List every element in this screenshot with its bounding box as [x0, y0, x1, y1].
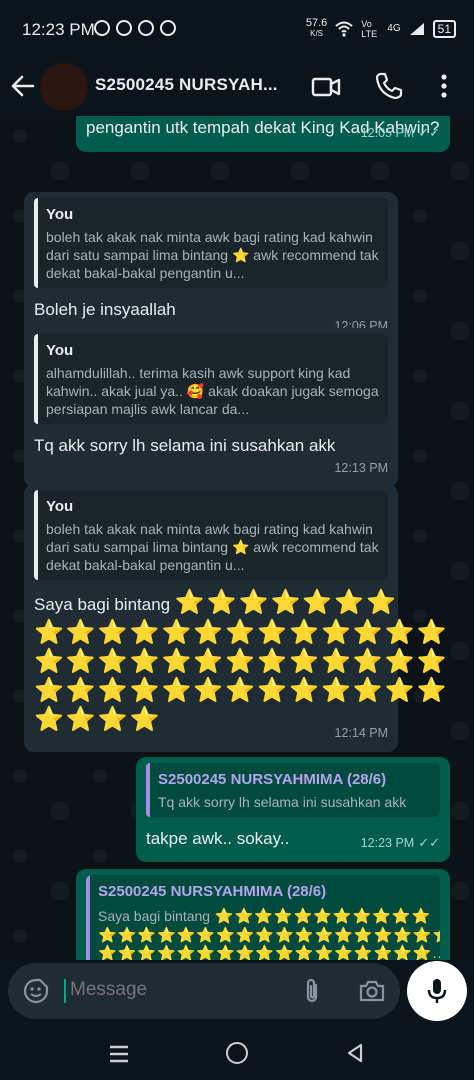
video-call-icon[interactable] [310, 71, 342, 103]
sticker-emoji-icon[interactable] [22, 977, 50, 1005]
message-time: 12:05 PM [360, 126, 415, 140]
message-bubble-incoming[interactable]: You alhamdulillah.. terima kasih awk sup… [24, 328, 398, 487]
message-bubble-incoming[interactable]: You boleh tak akak nak minta awk bagi ra… [24, 192, 398, 345]
status-bar: 12:23 PM 57.6 K/S Vo LTE 4G 51 [0, 0, 474, 58]
chat-title[interactable]: S2500245 NURSYAH... [95, 75, 295, 95]
quoted-message[interactable]: S2500245 NURSYAHMIMA (28/6) Tq akk sorry… [146, 763, 440, 817]
quoted-sender: S2500245 NURSYAHMIMA (28/6) [98, 883, 327, 900]
quoted-text: alhamdulillah.. terima kasih awk support… [46, 365, 379, 417]
message-composer [8, 963, 400, 1019]
text-caret [64, 979, 66, 1003]
notification-icon [116, 20, 132, 36]
quoted-text-row: Saya bagi bintang ⭐⭐⭐⭐⭐⭐⭐⭐⭐⭐⭐ [98, 905, 432, 927]
message-time: 12:13 PM [334, 461, 388, 475]
status-time: 12:23 PM [22, 20, 95, 39]
quoted-message[interactable]: You boleh tak akak nak minta awk bagi ra… [34, 490, 388, 580]
star-emoji-row: ⭐⭐⭐⭐⭐⭐⭐ [174, 589, 399, 616]
message-bubble-outgoing[interactable]: pengantin utk tempah dekat King Kad Kahw… [76, 116, 450, 152]
quoted-text: boleh tak akak nak minta awk bagi rating… [46, 229, 379, 281]
star-emoji-row: ⭐⭐⭐⭐⭐⭐⭐⭐⭐⭐⭐⭐⭐ [34, 619, 449, 646]
mic-button[interactable] [407, 961, 467, 1021]
message-time: 12:23 PM [360, 836, 415, 850]
mic-icon [427, 979, 447, 1003]
quoted-sender: S2500245 NURSYAHMIMA (28/6) [158, 771, 387, 788]
battery-icon: 51 [432, 19, 456, 38]
message-bubble-outgoing[interactable]: S2500245 NURSYAHMIMA (28/6) Saya bagi bi… [76, 869, 450, 960]
signal-icon [409, 22, 424, 35]
quoted-message[interactable]: S2500245 NURSYAHMIMA (28/6) Saya bagi bi… [86, 875, 440, 960]
quoted-sender: You [46, 206, 74, 223]
notification-icons [94, 20, 176, 36]
network-label: 4G [387, 23, 401, 34]
quoted-text: Tq akk sorry lh selama ini susahkan akk [158, 794, 407, 810]
attach-icon[interactable] [300, 977, 324, 1005]
message-bubble-incoming[interactable]: You boleh tak akak nak minta awk bagi ra… [24, 484, 449, 752]
home-icon[interactable] [226, 1042, 248, 1064]
notification-icon [94, 20, 110, 36]
notification-icon [160, 20, 176, 36]
chat-header: S2500245 NURSYAH... [0, 58, 474, 116]
net-speed: 57.6 K/S [305, 17, 328, 39]
system-nav-bar [0, 1028, 474, 1080]
star-emoji-row: ⭐⭐⭐⭐⭐⭐⭐⭐⭐⭐⭐⭐⭐⭐⭐⭐⭐⭐ [98, 927, 440, 944]
message-text: Saya bagi bintang ⭐⭐⭐⭐⭐⭐⭐ [34, 588, 396, 618]
message-text: Tq akk sorry lh selama ini susahkan akk [34, 436, 336, 455]
camera-icon[interactable] [358, 977, 386, 1005]
nav-back-icon[interactable] [344, 1042, 366, 1064]
message-text-label: Saya bagi bintang [34, 595, 171, 614]
star-emoji-row: ⭐⭐⭐⭐⭐⭐⭐⭐⭐⭐⭐⭐⭐⭐⭐⭐⭐... [98, 945, 440, 960]
message-bubble-outgoing[interactable]: S2500245 NURSYAHMIMA (28/6) Tq akk sorry… [136, 757, 450, 862]
star-emoji-row: ⭐⭐⭐⭐⭐⭐⭐⭐⭐⭐⭐ [214, 908, 432, 925]
voice-call-icon[interactable] [373, 70, 405, 102]
quoted-sender: You [46, 498, 74, 515]
quoted-message[interactable]: You boleh tak akak nak minta awk bagi ra… [34, 198, 388, 288]
chat-messages[interactable]: pengantin utk tempah dekat King Kad Kahw… [0, 116, 474, 960]
avatar[interactable] [40, 63, 88, 111]
quoted-text: boleh tak akak nak minta awk bagi rating… [46, 521, 379, 573]
system-icons: 57.6 K/S Vo LTE 4G 51 [306, 18, 456, 39]
notification-icon [138, 20, 154, 36]
quoted-message[interactable]: You alhamdulillah.. terima kasih awk sup… [34, 334, 388, 424]
message-input[interactable] [70, 979, 270, 1001]
wifi-icon [335, 21, 353, 37]
read-ticks-icon: ✓✓ [418, 125, 440, 140]
quoted-sender: You [46, 342, 74, 359]
back-icon[interactable] [8, 71, 38, 101]
star-emoji-row: ⭐⭐⭐⭐⭐⭐⭐⭐⭐⭐⭐⭐⭐ [34, 677, 449, 704]
more-options-icon[interactable] [432, 70, 456, 102]
volte-label: Vo LTE [361, 18, 378, 39]
recent-apps-icon[interactable] [108, 1044, 130, 1064]
read-ticks-icon: ✓✓ [418, 835, 440, 850]
quoted-text: Saya bagi bintang [98, 908, 211, 924]
star-emoji-row: ⭐⭐⭐⭐⭐⭐⭐⭐⭐⭐⭐⭐⭐ [34, 648, 449, 675]
